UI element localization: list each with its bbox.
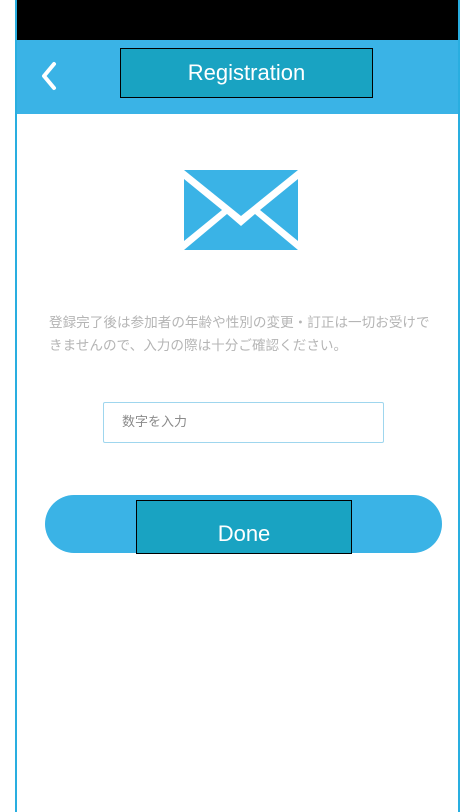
status-bar bbox=[17, 0, 458, 40]
header-bar: 登録 Registration bbox=[17, 40, 458, 114]
header-title: Registration bbox=[120, 48, 373, 98]
done-button-label: Done bbox=[136, 500, 352, 554]
done-button[interactable]: 登録 Done bbox=[45, 495, 442, 554]
number-input[interactable] bbox=[103, 402, 384, 443]
phone-screen: 登録 Registration 登録完了後は参加者の年齢や性別の変更・訂正は一切… bbox=[15, 0, 460, 812]
envelope-icon bbox=[184, 170, 298, 250]
registration-notice: 登録完了後は参加者の年齢や性別の変更・訂正は一切お受けできませんので、入力の際は… bbox=[49, 315, 430, 354]
